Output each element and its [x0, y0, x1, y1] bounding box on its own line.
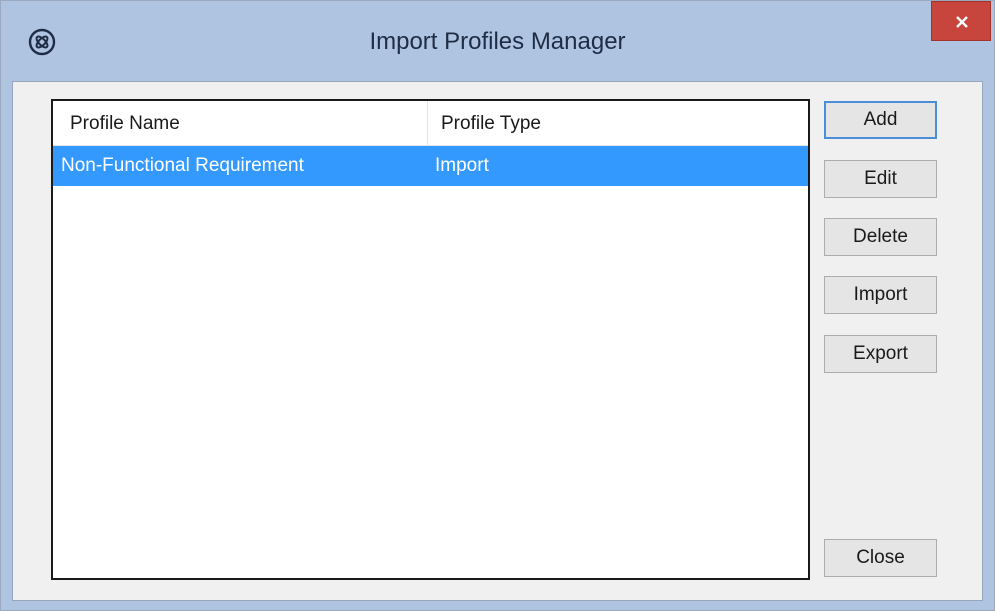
window-title: Import Profiles Manager — [369, 28, 626, 55]
list-header: Profile Name Profile Type — [53, 101, 808, 146]
add-button[interactable]: Add — [824, 101, 937, 139]
close-button[interactable]: Close — [824, 539, 937, 577]
row-profile-name: Non-Functional Requirement — [61, 155, 304, 176]
profiles-list[interactable]: Profile Name Profile Type Non-Functional… — [51, 99, 810, 580]
dialog-window: Import Profiles Manager Profile Name Pro… — [0, 0, 995, 611]
title-bar[interactable]: Import Profiles Manager — [1, 1, 994, 81]
export-button[interactable]: Export — [824, 335, 937, 373]
delete-button[interactable]: Delete — [824, 218, 937, 256]
column-header-profile-type[interactable]: Profile Type — [441, 101, 541, 145]
window-close-button[interactable] — [931, 1, 991, 41]
dialog-client-area: Profile Name Profile Type Non-Functional… — [12, 81, 983, 601]
column-divider[interactable] — [427, 101, 428, 145]
row-profile-type: Import — [435, 155, 489, 176]
edit-button[interactable]: Edit — [824, 160, 937, 198]
table-row[interactable]: Non-Functional Requirement Import — [53, 146, 808, 186]
close-icon — [956, 16, 968, 28]
column-header-profile-name[interactable]: Profile Name — [70, 101, 180, 145]
import-button[interactable]: Import — [824, 276, 937, 314]
